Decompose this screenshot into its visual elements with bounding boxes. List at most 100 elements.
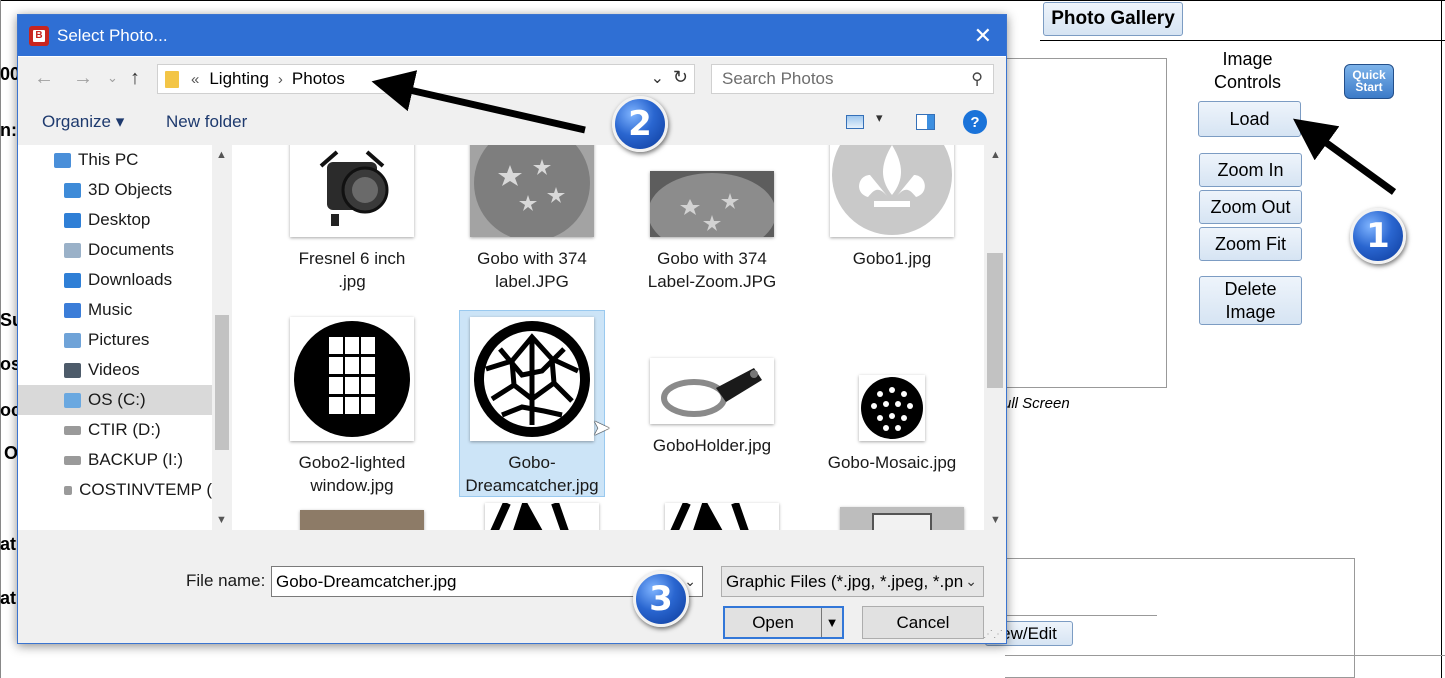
new-folder-button[interactable]: New folder <box>166 112 247 132</box>
file-label: Gobo-Mosaic.jpg <box>827 453 957 472</box>
file-item-goboholder[interactable]: GoboHolder.jpg <box>639 358 785 457</box>
open-button-label: Open <box>752 612 794 632</box>
callout-3-badge: 3 <box>633 571 689 627</box>
nav-item-label: Desktop <box>88 210 151 229</box>
nav-item-label: COSTINVTEMP ( <box>79 480 212 499</box>
search-input[interactable]: Search Photos ⚲ <box>711 64 994 94</box>
scroll-down-icon[interactable]: ▼ <box>216 514 227 526</box>
view-options-chevron-icon[interactable]: ▾ <box>876 110 883 126</box>
file-item-gobo-mosaic[interactable]: Gobo-Mosaic.jpg <box>819 375 965 474</box>
help-icon[interactable]: ? <box>963 110 987 134</box>
gobo-stars-thumbnail <box>470 145 594 237</box>
zoom-in-button[interactable]: Zoom In <box>1199 153 1302 187</box>
nav-item-costinvtemp[interactable]: COSTINVTEMP ( <box>18 475 212 505</box>
breadcrumb-lighting[interactable]: Lighting <box>209 69 269 89</box>
nav-item-desktop[interactable]: Desktop <box>18 205 212 235</box>
quick-start-button[interactable]: Quick Start <box>1344 64 1394 99</box>
gobo-mosaic-thumbnail <box>859 375 925 441</box>
scroll-thumb[interactable] <box>987 253 1003 388</box>
full-screen-label[interactable]: ull Screen <box>1003 395 1070 412</box>
chevron-down-icon[interactable]: ⌄ <box>651 68 664 88</box>
dialog-footer: File name: Gobo-Dreamcatcher.jpg ⌄ Graph… <box>18 530 1006 643</box>
nav-item-videos[interactable]: Videos <box>18 355 212 385</box>
file-item-partial[interactable] <box>649 503 795 530</box>
nav-item-downloads[interactable]: Downloads <box>18 265 212 295</box>
back-arrow-icon[interactable]: ← <box>34 67 54 90</box>
file-list-scrollbar[interactable]: ▲ ▼ <box>984 145 1006 530</box>
dialog-titlebar[interactable]: B Select Photo... ✕ <box>18 15 1006 56</box>
organize-menu[interactable]: Organize ▾ <box>42 112 124 132</box>
app-icon: B <box>29 25 49 46</box>
file-item-partial[interactable] <box>469 503 615 530</box>
file-item-gobo-374-label-zoom[interactable]: Gobo with 374 Label-Zoom.JPG <box>639 145 785 293</box>
file-type-select[interactable]: Graphic Files (*.jpg, *.jpeg, *.pn ⌄ <box>721 566 984 597</box>
gobo-window-thumbnail <box>290 317 414 441</box>
zoom-fit-button[interactable]: Zoom Fit <box>1199 227 1302 261</box>
folder-3d-icon <box>64 182 81 198</box>
file-item-gobo2-lighted-window[interactable]: Gobo2-lighted window.jpg <box>279 317 425 497</box>
file-item-gobo1[interactable]: Gobo1.jpg <box>819 145 965 270</box>
breadcrumb-separator-icon[interactable]: › <box>278 71 283 88</box>
nav-item-this-pc[interactable]: This PC <box>18 145 212 175</box>
up-arrow-icon[interactable]: ↑ <box>130 67 140 90</box>
chevron-down-icon[interactable]: ⌄ <box>965 573 977 590</box>
file-item-fresnel[interactable]: Fresnel 6 inch .jpg <box>279 145 425 293</box>
breadcrumb-overflow[interactable]: « <box>191 71 199 88</box>
recent-locations-chevron-icon[interactable]: ⌄ <box>107 70 118 86</box>
partial-thumbnail <box>840 507 964 530</box>
documents-folder-icon <box>64 242 81 258</box>
address-bar-row: ← → ⌄ ↑ « Lighting › Photos ⌄ ↻ Search P… <box>18 57 1006 99</box>
nav-item-os-c[interactable]: OS (C:) <box>18 385 212 415</box>
delete-image-button[interactable]: Delete Image <box>1199 276 1302 325</box>
photo-gallery-button[interactable]: Photo Gallery <box>1043 2 1183 36</box>
dialog-title: Select Photo... <box>57 25 168 45</box>
music-folder-icon <box>64 302 81 318</box>
breadcrumb-photos[interactable]: Photos <box>292 69 345 89</box>
nav-item-label: OS (C:) <box>88 390 146 409</box>
nav-item-backup-i[interactable]: BACKUP (I:) <box>18 445 212 475</box>
nav-item-label: CTIR (D:) <box>88 420 161 439</box>
videos-folder-icon <box>64 362 81 378</box>
file-item-gobo-374-label[interactable]: Gobo with 374 label.JPG <box>459 145 605 293</box>
scroll-up-icon[interactable]: ▲ <box>216 149 227 161</box>
callout-2-badge: 2 <box>612 96 668 152</box>
divider <box>0 0 1 678</box>
file-item-partial[interactable] <box>829 507 975 530</box>
file-item-gobo-dreamcatcher[interactable]: Gobo-Dreamcatcher.jpg <box>459 310 605 497</box>
gobo-fleur-thumbnail <box>830 145 954 237</box>
nav-item-3d-objects[interactable]: 3D Objects <box>18 175 212 205</box>
resize-grip-icon[interactable]: ⋰⋰ <box>983 629 1003 640</box>
change-view-icon[interactable] <box>846 115 864 129</box>
divider <box>1040 40 1445 41</box>
preview-pane-icon[interactable] <box>916 114 935 130</box>
drive-icon <box>64 485 73 495</box>
nav-item-pictures[interactable]: Pictures <box>18 325 212 355</box>
gobo-stars-zoom-thumbnail <box>650 171 774 237</box>
close-icon[interactable]: ✕ <box>974 23 992 49</box>
forward-arrow-icon[interactable]: → <box>73 67 93 90</box>
cancel-button[interactable]: Cancel <box>862 606 984 639</box>
nav-item-label: Videos <box>88 360 140 379</box>
address-bar[interactable]: « Lighting › Photos ⌄ ↻ <box>157 64 695 94</box>
nav-item-label: Downloads <box>88 270 173 289</box>
file-item-partial[interactable] <box>289 510 435 530</box>
pictures-folder-icon <box>64 332 81 348</box>
nav-item-label: Music <box>88 300 133 319</box>
scroll-thumb[interactable] <box>215 315 229 450</box>
zoom-out-button[interactable]: Zoom Out <box>1199 190 1302 224</box>
refresh-icon[interactable]: ↻ <box>673 67 688 88</box>
nav-item-label: Pictures <box>88 330 150 349</box>
nav-scrollbar[interactable]: ▲ ▼ <box>212 145 232 530</box>
load-button[interactable]: Load <box>1198 101 1301 137</box>
downloads-folder-icon <box>64 272 81 288</box>
command-toolbar: Organize ▾ New folder ▾ ? <box>18 99 1006 145</box>
open-options-dropdown-icon[interactable]: ▼ <box>821 608 842 637</box>
file-label: Fresnel 6 inch .jpg <box>298 249 406 291</box>
nav-item-music[interactable]: Music <box>18 295 212 325</box>
scroll-up-icon[interactable]: ▲ <box>990 149 1001 161</box>
open-button[interactable]: Open ▼ <box>723 606 844 639</box>
scroll-down-icon[interactable]: ▼ <box>990 514 1001 526</box>
file-label: Gobo2-lighted window.jpg <box>298 453 406 495</box>
nav-item-ctir-d[interactable]: CTIR (D:) <box>18 415 212 445</box>
nav-item-documents[interactable]: Documents <box>18 235 212 265</box>
